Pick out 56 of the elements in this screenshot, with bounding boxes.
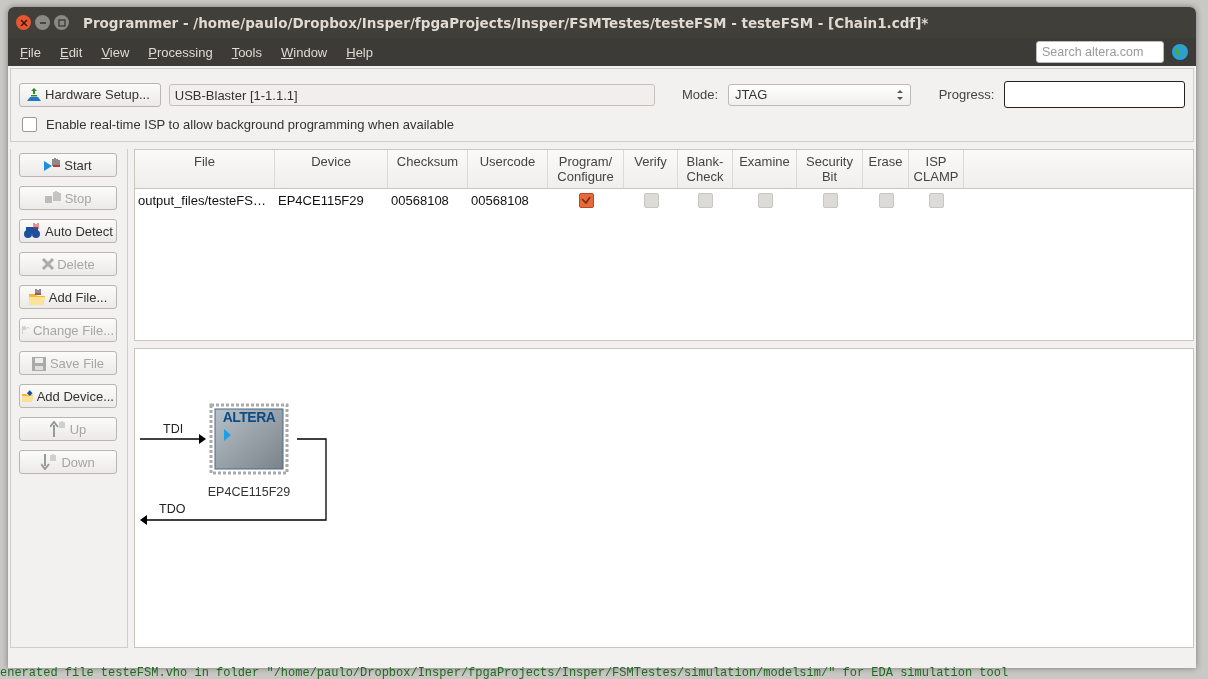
device-name: EP4CE115F29 (207, 485, 291, 499)
up-arrow-icon (49, 421, 68, 437)
close-button[interactable] (16, 15, 31, 30)
column-header[interactable]: File (135, 150, 275, 188)
hardware-icon (26, 87, 42, 102)
maximize-button[interactable] (54, 15, 69, 30)
column-header[interactable]: Erase (863, 150, 909, 188)
progress-label: Progress: (938, 87, 995, 102)
chip-icon (209, 403, 289, 475)
column-header[interactable]: Verify (624, 150, 678, 188)
window-title: Programmer - /home/paulo/Dropbox/Insper/fpgaProjects/Insper/FSMTestes/testeFSM - testeFSM - [Chain1.cdf]* (83, 14, 929, 31)
tdi-label: TDI (163, 422, 184, 436)
column-header[interactable]: Blank- Check (678, 150, 733, 188)
action-button[interactable]: Add File... (19, 285, 117, 309)
mode-label: Mode: (681, 87, 718, 102)
tdo-label: TDO (159, 502, 186, 516)
hardware-setup-button[interactable]: Hardware Setup... (19, 82, 161, 107)
column-header[interactable]: Checksum (388, 150, 468, 188)
message-text: enerated file testeFSM.vho in folder "/home/paulo/Dropbox/Insper/fpgaProjects/Insper/FSMTestes/simulation/modelsim/" for EDA simulation tool (0, 667, 1009, 679)
checkbox[interactable] (578, 192, 594, 208)
hardware-field[interactable]: USB-Blaster [1-1.1.1] (168, 83, 655, 106)
table-cell-text: 00568108 (470, 192, 530, 208)
play-icon (44, 158, 63, 172)
menu-item[interactable]: View (101, 44, 130, 60)
checkbox[interactable] (22, 117, 37, 132)
close-icon (19, 18, 28, 27)
action-button[interactable]: Add Device... (19, 384, 117, 408)
search-field[interactable]: Search altera.com (1036, 41, 1164, 63)
mode-select[interactable]: JTAG (728, 83, 911, 106)
menu-item[interactable]: File (20, 44, 41, 60)
column-header[interactable]: ISP CLAMP (909, 150, 964, 188)
column-header[interactable]: Security Bit (797, 150, 863, 188)
maximize-icon (57, 18, 66, 27)
menu-item[interactable]: Tools (231, 44, 262, 60)
menu-item[interactable]: Window (281, 44, 328, 60)
logo-text: ALTERA (222, 409, 276, 425)
menu-item[interactable]: Processing (148, 44, 213, 60)
column-header[interactable]: Program/ Configure (548, 150, 624, 188)
table-cell-text: EP4CE115F29 (277, 192, 365, 208)
action-button[interactable]: Start (19, 153, 117, 177)
menu-item[interactable]: Help (346, 44, 373, 60)
folder-icon (28, 289, 47, 305)
column-header[interactable]: Examine (733, 150, 797, 188)
spinner-arrows-icon (895, 88, 904, 101)
globe-icon[interactable] (1172, 44, 1188, 60)
action-button[interactable]: Auto Detect (19, 219, 117, 243)
cross-icon (41, 257, 56, 271)
checkbox-label: Enable real-time ISP to allow background programming when available (46, 117, 455, 132)
table-cell-text: output_files/testeFS… (137, 192, 267, 208)
hand-icon (44, 191, 63, 205)
minimize-button[interactable] (35, 15, 50, 30)
column-header[interactable]: Device (275, 150, 388, 188)
folder-icon (22, 388, 35, 404)
column-header[interactable]: Usercode (468, 150, 548, 188)
menu-item[interactable]: Edit (59, 44, 83, 60)
table-cell-text: 00568108 (390, 192, 450, 208)
